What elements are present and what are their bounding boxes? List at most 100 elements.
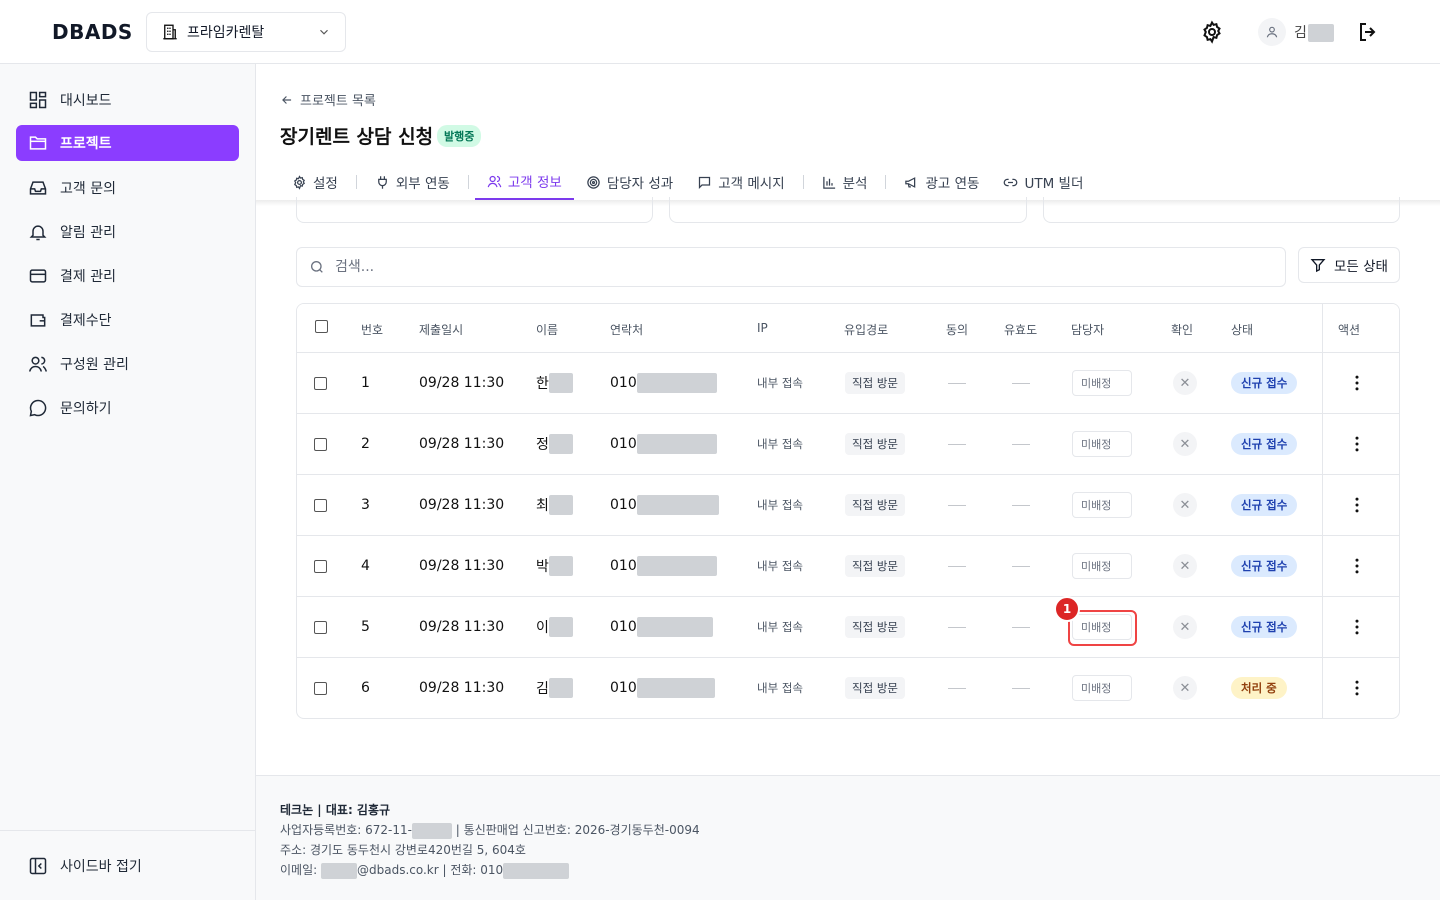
sidebar-item-dashboard[interactable]: 대시보드 <box>16 82 239 118</box>
row-number: 2 <box>361 436 370 452</box>
phone-prefix: 010 <box>610 619 637 635</box>
footer-address: 주소: 경기도 동두천시 강변로420번길 5, 604호 <box>280 843 526 857</box>
assignee-select[interactable]: 미배정 <box>1072 492 1132 518</box>
tab-utm-builder[interactable]: UTM 빌더 <box>991 164 1095 200</box>
more-vertical-icon[interactable] <box>1347 434 1367 454</box>
tab-ad-integration[interactable]: 광고 연동 <box>892 164 991 200</box>
table-row[interactable]: 3 09/28 11:30 최 010 내부 접속 직접 방문 미배정 ✕ 신규… <box>297 475 1399 536</box>
tab-customer-info[interactable]: 고객 정보 <box>474 164 574 200</box>
tab-customer-messages[interactable]: 고객 메시지 <box>685 164 796 200</box>
tab-integrations[interactable]: 외부 연동 <box>363 164 462 200</box>
footer-biz-suffix: | 통신판매업 신고번호: 2026-경기동두천-0094 <box>451 823 700 837</box>
table-row[interactable]: 5 09/28 11:30 이 010 내부 접속 직접 방문 미배정 ✕ 신규… <box>297 597 1399 658</box>
search-input[interactable] <box>335 259 1235 275</box>
row-checkbox[interactable] <box>314 376 327 390</box>
organization-name: 프라임카렌탈 <box>187 25 265 41</box>
redacted-name <box>548 495 573 515</box>
gear-icon[interactable] <box>1200 20 1224 44</box>
app-logo[interactable]: DBADS <box>52 20 133 44</box>
tab-staff-performance[interactable]: 담당자 성과 <box>574 164 685 200</box>
unconfirmed-icon[interactable]: ✕ <box>1173 371 1197 395</box>
tab-analytics[interactable]: 분석 <box>810 164 880 200</box>
assignee-select[interactable]: 미배정 <box>1072 553 1132 579</box>
logout-icon[interactable] <box>1356 20 1380 44</box>
status-badge[interactable]: 신규 접수 <box>1231 616 1298 638</box>
row-checkbox[interactable] <box>314 620 327 634</box>
users-icon <box>487 175 502 187</box>
status-filter-button[interactable]: 모든 상태 <box>1298 247 1400 283</box>
more-vertical-icon[interactable] <box>1347 678 1367 698</box>
table-row[interactable]: 1 09/28 11:30 한 010 내부 접속 직접 방문 미배정 ✕ 신규… <box>297 353 1399 414</box>
more-vertical-icon[interactable] <box>1347 556 1367 576</box>
sidebar-item-projects[interactable]: 프로젝트 <box>16 125 239 161</box>
sidebar-collapse-label: 사이드바 접기 <box>60 859 142 875</box>
sidebar-item-contact[interactable]: 문의하기 <box>16 390 239 426</box>
customer-name: 박 <box>536 536 573 596</box>
source-badge: 직접 방문 <box>845 433 905 455</box>
footer-biz-prefix: 사업자등록번호: 672-11- <box>280 823 412 837</box>
more-vertical-icon[interactable] <box>1347 373 1367 393</box>
assignee-select[interactable]: 미배정 <box>1072 431 1132 457</box>
table-row[interactable]: 6 09/28 11:30 김 010 내부 접속 직접 방문 미배정 ✕ 처리… <box>297 658 1399 718</box>
unconfirmed-icon[interactable]: ✕ <box>1173 554 1197 578</box>
unconfirmed-icon[interactable]: ✕ <box>1173 493 1197 517</box>
table-row[interactable]: 4 09/28 11:30 박 010 내부 접속 직접 방문 미배정 ✕ 신규… <box>297 536 1399 597</box>
sidebar-item-label: 알림 관리 <box>60 225 116 241</box>
page-title: 장기렌트 상담 신청 <box>280 126 434 148</box>
unconfirmed-icon[interactable]: ✕ <box>1173 615 1197 639</box>
source-badge: 직접 방문 <box>845 555 905 577</box>
assignee-select[interactable]: 미배정 <box>1072 370 1132 396</box>
breadcrumb-link[interactable]: 프로젝트 목록 <box>300 90 376 109</box>
status-badge[interactable]: 신규 접수 <box>1231 433 1298 455</box>
row-checkbox[interactable] <box>314 498 327 512</box>
sidebar-item-notifications[interactable]: 알림 관리 <box>16 214 239 250</box>
organization-select[interactable]: 프라임카렌탈 <box>146 12 346 52</box>
more-vertical-icon[interactable] <box>1347 495 1367 515</box>
assignee-select[interactable]: 미배정 <box>1072 675 1132 701</box>
row-checkbox[interactable] <box>314 681 327 695</box>
name-initial: 최 <box>536 498 549 514</box>
submitted-at: 09/28 11:30 <box>419 680 505 696</box>
status-badge[interactable]: 신규 접수 <box>1231 494 1298 516</box>
sidebar: 대시보드 프로젝트 고객 문의 알림 관리 결제 관리 결제수단 구성원 관리 … <box>0 64 256 900</box>
row-checkbox[interactable] <box>314 559 327 573</box>
tab-settings[interactable]: 설정 <box>280 164 350 200</box>
stat-card <box>669 197 1027 223</box>
sidebar-item-billing[interactable]: 결제 관리 <box>16 258 239 294</box>
select-all-checkbox[interactable] <box>315 320 328 333</box>
validity-empty <box>1012 382 1030 384</box>
redacted-name <box>548 434 573 454</box>
sidebar-item-inquiries[interactable]: 고객 문의 <box>16 170 239 206</box>
more-vertical-icon[interactable] <box>1347 617 1367 637</box>
redacted-text <box>411 822 452 839</box>
sidebar-collapse-button[interactable]: 사이드바 접기 <box>16 848 239 884</box>
column-header: 유효도 <box>1004 323 1038 337</box>
filter-icon <box>1310 259 1326 273</box>
sidebar-footer: 사이드바 접기 <box>0 830 255 900</box>
unconfirmed-icon[interactable]: ✕ <box>1173 676 1197 700</box>
row-checkbox[interactable] <box>314 437 327 451</box>
breadcrumb[interactable]: 프로젝트 목록 <box>280 90 376 109</box>
column-header: IP <box>757 321 768 335</box>
redacted-phone <box>636 434 717 454</box>
status-badge[interactable]: 신규 접수 <box>1231 372 1298 394</box>
unconfirmed-icon[interactable]: ✕ <box>1173 432 1197 456</box>
status-badge[interactable]: 신규 접수 <box>1231 555 1298 577</box>
avatar <box>1258 18 1286 46</box>
ip-address: 내부 접속 <box>757 376 803 390</box>
status-badge[interactable]: 처리 중 <box>1231 677 1287 699</box>
tab-label: 분석 <box>842 176 868 192</box>
source-badge: 직접 방문 <box>845 372 905 394</box>
sidebar-item-label: 결제수단 <box>60 313 112 329</box>
ip-address: 내부 접속 <box>757 498 803 512</box>
customer-name: 한 <box>536 353 573 413</box>
name-initial: 한 <box>536 376 549 392</box>
stat-card <box>1043 197 1400 223</box>
table-row[interactable]: 2 09/28 11:30 정 010 내부 접속 직접 방문 미배정 ✕ 신규… <box>297 414 1399 475</box>
inbox-icon <box>29 181 47 195</box>
sidebar-item-payment-methods[interactable]: 결제수단 <box>16 302 239 338</box>
sidebar-item-members[interactable]: 구성원 관리 <box>16 346 239 382</box>
tab-label: 고객 정보 <box>507 175 562 191</box>
search-box[interactable] <box>296 247 1286 287</box>
user-menu[interactable]: 김 <box>1258 18 1334 46</box>
